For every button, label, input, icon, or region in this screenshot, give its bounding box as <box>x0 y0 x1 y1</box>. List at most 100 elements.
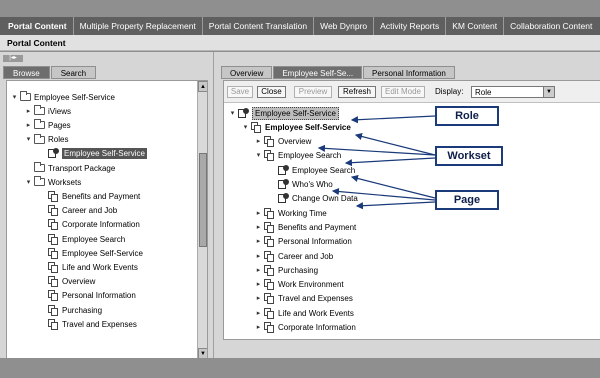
page-icon <box>264 236 275 248</box>
expand-right-icon[interactable]: ▸ <box>25 108 32 115</box>
collapse-handle-icon[interactable]: |◂▸ <box>3 55 23 62</box>
expand-down-icon[interactable]: ▾ <box>229 110 236 117</box>
nav-tab-portal-content-translation[interactable]: Portal Content Translation <box>203 17 315 35</box>
expand-right-icon[interactable]: ▸ <box>255 295 262 302</box>
tab-personal-information[interactable]: Personal Information <box>363 66 455 79</box>
tree-node[interactable]: ▸ Life and Work Events <box>255 306 354 320</box>
expand-right-icon[interactable]: ▸ <box>255 310 262 317</box>
expand-down-icon[interactable]: ▾ <box>255 152 262 159</box>
tree-node[interactable]: ▸ Career and Job <box>255 249 333 263</box>
tree-node-label: iViews <box>48 106 71 116</box>
expand-right-icon[interactable]: ▸ <box>255 138 262 145</box>
tree-node[interactable]: ▸ Work Environment <box>255 278 344 292</box>
close-button[interactable]: Close <box>257 86 286 98</box>
no-toggle <box>39 264 46 271</box>
tree-node[interactable]: ▾ Employee Self-Service <box>11 90 115 104</box>
no-toggle <box>39 207 46 214</box>
display-select[interactable]: Role ▼ <box>471 86 555 98</box>
tree-node[interactable]: Employee Self-Service <box>39 246 143 260</box>
tree-node-label: Employee Search <box>278 151 342 161</box>
display-select-value: Role <box>475 88 492 97</box>
tree-node[interactable]: Personal Information <box>39 289 136 303</box>
expand-right-icon[interactable]: ▸ <box>255 238 262 245</box>
tree-node-label: Life and Work Events <box>62 262 138 272</box>
expand-down-icon[interactable]: ▾ <box>242 124 249 131</box>
no-toggle <box>39 321 46 328</box>
page-icon <box>264 136 275 148</box>
page-title: Portal Content <box>7 38 66 48</box>
tree-node[interactable]: Employee Search <box>269 163 355 177</box>
nav-tab-web-dynpro[interactable]: Web Dynpro <box>314 17 375 35</box>
tree-node[interactable]: Benefits and Payment <box>39 189 140 203</box>
save-button[interactable]: Save <box>227 86 253 98</box>
tree-node[interactable]: Purchasing <box>39 303 102 317</box>
tree-node[interactable]: Life and Work Events <box>39 260 138 274</box>
expand-down-icon[interactable]: ▾ <box>25 136 32 143</box>
expand-right-icon[interactable]: ▸ <box>255 324 262 331</box>
tree-node[interactable]: Employee Search <box>39 232 125 246</box>
expand-right-icon[interactable]: ▸ <box>255 267 262 274</box>
tree-node[interactable]: Travel and Expenses <box>39 317 137 331</box>
tree-node[interactable]: ▸ iViews <box>25 104 71 118</box>
nav-tab-portal-content[interactable]: Portal Content <box>0 17 74 35</box>
page-icon <box>48 205 59 217</box>
tree-node[interactable]: ▸ Overview <box>255 135 311 149</box>
expand-down-icon[interactable]: ▾ <box>11 94 18 101</box>
vertical-scrollbar[interactable]: ▲ ▼ <box>197 81 207 359</box>
left-tabs: Browse Search <box>3 66 97 79</box>
role-editor: Save Close Preview Refresh Edit Mode Dis… <box>223 80 600 340</box>
role-icon <box>278 164 289 176</box>
expand-right-icon[interactable]: ▸ <box>255 253 262 260</box>
tree-node[interactable]: ▾ Employee Self-Service <box>242 120 351 134</box>
tree-node-label: Personal Information <box>278 237 352 247</box>
tree-node[interactable]: ▸ Pages <box>25 118 71 132</box>
expand-right-icon[interactable]: ▸ <box>255 281 262 288</box>
tree-node[interactable]: Change Own Data <box>269 192 358 206</box>
scroll-up-icon[interactable]: ▲ <box>198 81 207 92</box>
nav-tab-km-content[interactable]: KM Content <box>446 17 505 35</box>
page-icon <box>48 219 59 231</box>
tree-node[interactable]: Career and Job <box>39 204 117 218</box>
preview-button[interactable]: Preview <box>294 86 332 98</box>
tree-node-label: Overview <box>278 137 312 147</box>
tab-overview[interactable]: Overview <box>221 66 273 79</box>
no-toggle <box>39 236 46 243</box>
nav-tab-multiple-property-replacement[interactable]: Multiple Property Replacement <box>74 17 203 35</box>
edit-mode-button[interactable]: Edit Mode <box>381 86 425 98</box>
callout-workset: Workset <box>435 146 503 166</box>
tab-search[interactable]: Search <box>50 66 97 79</box>
tree-node[interactable]: Corporate Information <box>39 218 140 232</box>
tree-node[interactable]: ▸ Purchasing <box>255 263 318 277</box>
tree-node[interactable]: ▸ Corporate Information <box>255 321 356 335</box>
tree-node[interactable]: ▸ Travel and Expenses <box>255 292 353 306</box>
page-title-bar: Portal Content <box>0 35 600 51</box>
refresh-button[interactable]: Refresh <box>338 86 376 98</box>
expand-right-icon[interactable]: ▸ <box>255 210 262 217</box>
tree-node[interactable]: ▾ Worksets <box>25 175 81 189</box>
tree-node[interactable]: ▾ Roles <box>25 133 68 147</box>
expand-right-icon[interactable]: ▸ <box>255 224 262 231</box>
tab-browse[interactable]: Browse <box>3 66 50 79</box>
tree-node-label: Work Environment <box>278 280 344 290</box>
tab-employee-self-service[interactable]: Employee Self-Se... <box>273 66 363 79</box>
folder-icon <box>34 176 45 187</box>
expand-right-icon[interactable]: ▸ <box>25 122 32 129</box>
expand-down-icon[interactable]: ▾ <box>25 179 32 186</box>
tree-node[interactable]: ▸ Working Time <box>255 206 327 220</box>
chevron-down-icon[interactable]: ▼ <box>543 87 554 97</box>
page-icon <box>264 293 275 305</box>
nav-tab-collaboration-content[interactable]: Collaboration Content <box>504 17 598 35</box>
tree-node[interactable]: Overview <box>39 275 95 289</box>
nav-tab-activity-reports[interactable]: Activity Reports <box>374 17 447 35</box>
tree-node[interactable]: Transport Package <box>25 161 115 175</box>
tree-node-label: Travel and Expenses <box>278 294 353 304</box>
tree-node-label: Roles <box>48 135 69 145</box>
tree-node[interactable]: Employee Self-Service <box>39 147 147 161</box>
tree-node[interactable]: Who's Who <box>269 178 333 192</box>
tree-node[interactable]: ▸ Benefits and Payment <box>255 220 356 234</box>
tree-node[interactable]: ▾ Employee Search <box>255 149 341 163</box>
scroll-thumb[interactable] <box>199 153 207 247</box>
tree-node-label: Life and Work Events <box>278 308 354 318</box>
tree-node[interactable]: ▸ Personal Information <box>255 235 352 249</box>
tree-node[interactable]: ▾ Employee Self-Service <box>229 106 339 120</box>
